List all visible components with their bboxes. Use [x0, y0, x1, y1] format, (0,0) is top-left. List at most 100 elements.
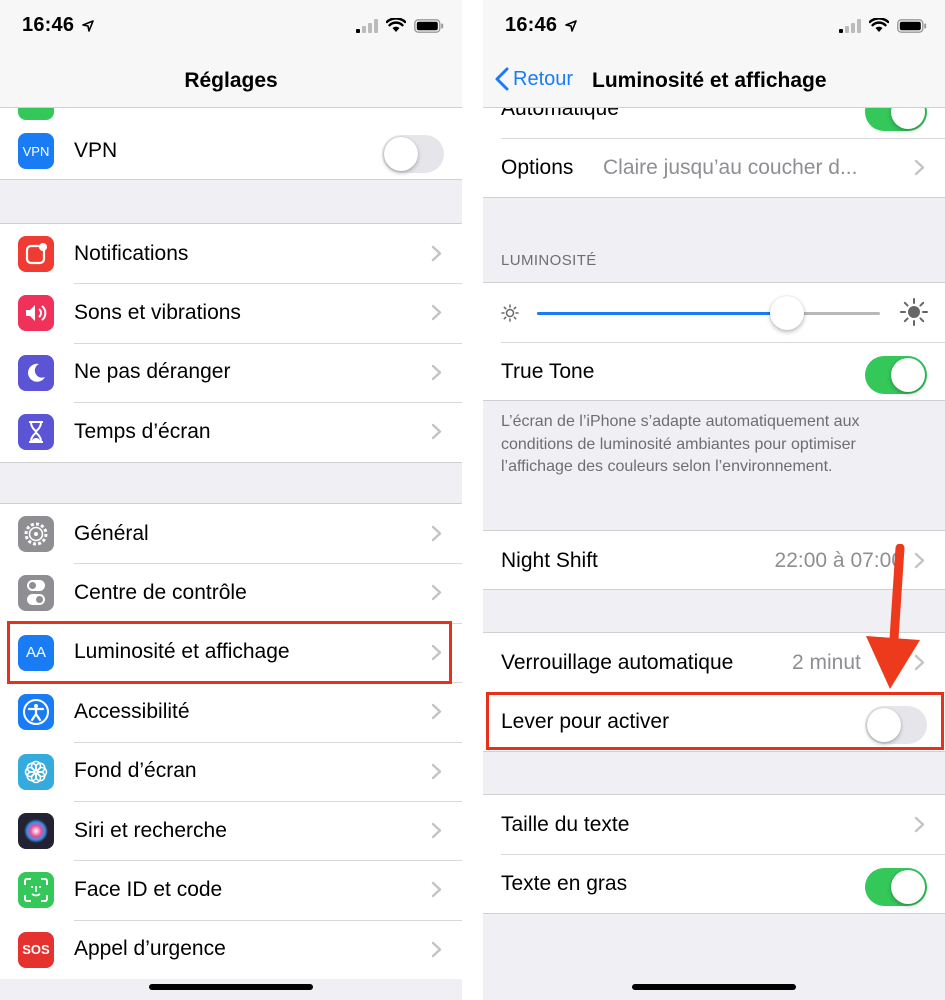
- options-value: Claire jusqu’au coucher d...: [603, 155, 858, 179]
- back-label: Retour: [513, 67, 574, 90]
- page-title: Luminosité et affichage: [592, 69, 827, 92]
- chevron-right-icon: [431, 585, 442, 601]
- toggle-knob: [891, 358, 925, 392]
- settings-row-label: Fond d’écran: [74, 759, 197, 783]
- chevron-right-icon: [431, 822, 442, 839]
- settings-row-label: Sons et vibrations: [74, 301, 241, 325]
- hourglass-icon: [18, 414, 54, 451]
- chevron-right-icon: [431, 525, 442, 542]
- settings-row-flower[interactable]: Fond d’écran: [0, 741, 462, 801]
- back-button[interactable]: Retour: [495, 67, 573, 91]
- auto-lock-value: 2 minut: [792, 650, 861, 674]
- cellular-signal-icon: [356, 18, 378, 38]
- automatic-toggle[interactable]: [865, 108, 927, 131]
- vpn-icon: VPN: [18, 133, 54, 169]
- automatic-label: Automatique: [501, 108, 619, 120]
- notifications-icon: [18, 236, 54, 272]
- settings-row-moon[interactable]: Ne pas déranger: [0, 342, 462, 402]
- slider-fill: [537, 312, 788, 315]
- true-tone-description: L’écran de l’iPhone s’adapte automatique…: [501, 413, 860, 475]
- settings-row-label: Général: [74, 521, 149, 545]
- home-indicator: [149, 984, 313, 990]
- chevron-right-icon: [431, 245, 442, 262]
- face-id-icon: [18, 872, 54, 909]
- highlight-display-brightness: [7, 621, 452, 684]
- nav-bar: Retour Luminosité et affichage: [483, 56, 945, 108]
- toggle-knob: [384, 137, 418, 171]
- settings-row-label: Notifications: [74, 241, 189, 265]
- settings-row-label: Temps d’écran: [74, 419, 211, 443]
- slider-thumb[interactable]: [770, 296, 805, 330]
- chevron-left-icon: [495, 67, 509, 91]
- settings-row-accessibility[interactable]: Accessibilité: [0, 682, 462, 741]
- settings-row-notifications[interactable]: Notifications: [0, 224, 462, 283]
- options-row[interactable]: Options Claire jusqu’au coucher d...: [483, 138, 945, 197]
- settings-group-notifications: Notifications Sons et vibrations Ne pas dé…: [0, 223, 462, 463]
- sun-small-icon: [501, 304, 519, 322]
- settings-row-hourglass[interactable]: Temps d’écran: [0, 402, 462, 461]
- settings-row-label: Ne pas déranger: [74, 360, 231, 384]
- options-label: Options: [501, 155, 574, 179]
- settings-group-general: Général Centre de contrôle AA Luminosité et…: [0, 503, 462, 980]
- sos-icon: SOS: [18, 931, 54, 968]
- settings-row-label: Face ID et code: [74, 878, 223, 902]
- auto-lock-label: Verrouillage automatique: [501, 650, 734, 674]
- gear-icon: [18, 516, 54, 552]
- chevron-right-icon: [431, 364, 442, 380]
- vpn-toggle[interactable]: [382, 135, 444, 173]
- settings-row-speaker[interactable]: Sons et vibrations: [0, 283, 462, 342]
- wifi-icon: [868, 17, 890, 38]
- toggle-knob: [891, 870, 925, 905]
- appearance-group: Automatique Options Claire jusqu’au couc…: [483, 108, 945, 198]
- brightness-slider[interactable]: [537, 296, 880, 330]
- chevron-right-icon: [431, 305, 442, 321]
- settings-row-label: Appel d’urgence: [74, 937, 226, 961]
- moon-icon: [18, 354, 54, 391]
- settings-row-gear[interactable]: Général: [0, 504, 462, 563]
- chevron-right-icon: [431, 941, 442, 957]
- switches-icon: [18, 575, 54, 612]
- automatic-row[interactable]: Automatique: [483, 108, 945, 138]
- speaker-icon: [18, 295, 54, 332]
- text-size-row[interactable]: Taille du texte: [483, 795, 945, 854]
- siri-icon: [18, 812, 54, 849]
- status-time: 16:46: [22, 14, 75, 36]
- chevron-right-icon: [431, 703, 442, 720]
- battery-icon: [414, 18, 444, 38]
- true-tone-row: True Tone: [483, 342, 945, 401]
- location-arrow-icon: [565, 19, 577, 37]
- brightness-slider-row: [483, 283, 945, 342]
- battery-icon: [897, 18, 927, 38]
- wifi-icon: [385, 17, 407, 38]
- accessibility-icon: [18, 694, 54, 731]
- settings-row-siri[interactable]: Siri et recherche: [0, 800, 462, 860]
- home-indicator: [632, 984, 796, 990]
- night-shift-label: Night Shift: [501, 548, 598, 572]
- bold-text-toggle[interactable]: [865, 868, 927, 907]
- flower-icon: [18, 753, 54, 790]
- settings-row-label: Centre de contrôle: [74, 581, 247, 605]
- status-time: 16:46: [505, 14, 558, 36]
- settings-row-sos[interactable]: SOS Appel d’urgence: [0, 919, 462, 979]
- true-tone-label: True Tone: [501, 359, 595, 383]
- settings-row-label: Accessibilité: [74, 699, 190, 723]
- settings-row-face-id[interactable]: Face ID et code: [0, 860, 462, 919]
- settings-row-switches[interactable]: Centre de contrôle: [0, 563, 462, 622]
- text-size-label: Taille du texte: [501, 812, 630, 836]
- location-arrow-icon: [82, 19, 94, 37]
- page-title: Réglages: [184, 69, 278, 92]
- toggle-knob: [891, 108, 925, 129]
- chevron-right-icon: [431, 763, 442, 779]
- bold-text-row: Texte en gras: [483, 854, 945, 913]
- cellular-signal-icon: [839, 18, 861, 38]
- brightness-group: True Tone: [483, 282, 945, 401]
- settings-row-vpn[interactable]: VPN VPN: [0, 121, 462, 179]
- settings-group-network: VPN VPN: [0, 108, 462, 180]
- arrow-down-icon: [866, 544, 920, 689]
- settings-screen: 16:46 Réglages VPN VPN Notifications Sons: [0, 0, 462, 1000]
- row-separator: [501, 342, 945, 343]
- chevron-right-icon: [914, 816, 925, 833]
- chevron-right-icon: [431, 882, 442, 898]
- true-tone-toggle[interactable]: [865, 356, 927, 394]
- chevron-right-icon: [431, 423, 442, 440]
